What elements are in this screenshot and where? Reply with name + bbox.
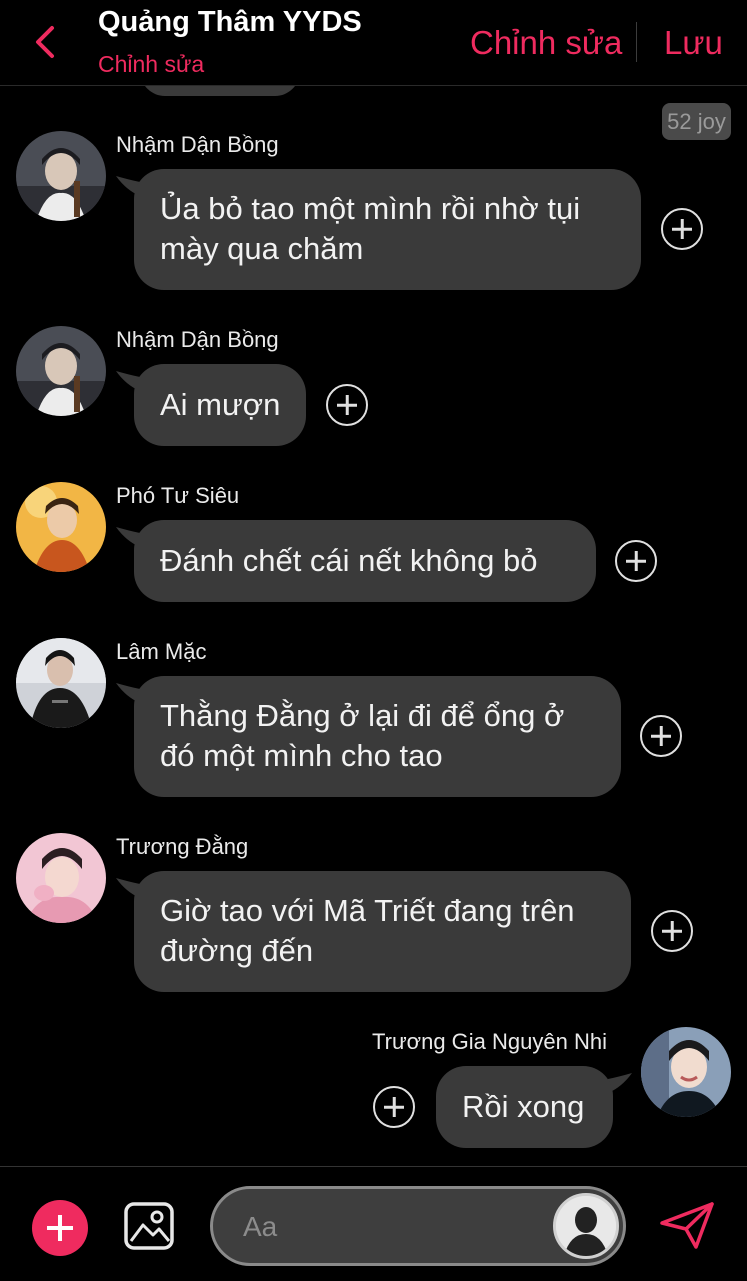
chevron-left-icon[interactable] <box>30 22 62 62</box>
add-reaction-button[interactable] <box>640 715 682 757</box>
message-list[interactable]: 52 joy Nhậm Dận Bồng Ủa bỏ tao một mình … <box>0 86 747 1166</box>
message-text-line: mày qua chăm <box>160 231 364 266</box>
message-bubble[interactable]: Rồi xong <box>436 1066 613 1148</box>
message-bubble[interactable]: Giờ tao với Mã Triết đang trên đường đến <box>134 871 631 992</box>
avatar[interactable] <box>16 638 106 728</box>
previous-message-bubble <box>140 86 300 96</box>
add-reaction-button[interactable] <box>651 910 693 952</box>
message-text-line: Đánh chết cái nết không bỏ <box>160 543 538 578</box>
chat-title: Quảng Thâm YYDS <box>98 6 362 38</box>
image-icon[interactable] <box>123 1201 175 1251</box>
message-text-line: Giờ tao với Mã Triết đang trên <box>160 893 575 928</box>
message-text-line: Thằng Đằng ở lại đi để ổng ở <box>160 698 565 733</box>
message-input-placeholder: Aa <box>243 1211 278 1242</box>
chat-subtitle-edit[interactable]: Chỉnh sửa <box>98 51 204 78</box>
add-reaction-button[interactable] <box>661 208 703 250</box>
chat-header: Quảng Thâm YYDS Chỉnh sửa Chỉnh sửa Lưu <box>0 0 747 86</box>
message-composer: Aa <box>0 1166 747 1281</box>
message-text-line: Ủa bỏ tao một mình rồi nhờ tụi <box>160 191 581 226</box>
sender-name: Trương Gia Nguyên Nhi <box>372 1029 607 1054</box>
message-text-line: Ai mượn <box>160 387 281 422</box>
plus-icon[interactable] <box>32 1200 88 1256</box>
avatar[interactable] <box>16 833 106 923</box>
joy-counter-badge: 52 joy <box>662 103 731 140</box>
avatar[interactable] <box>641 1027 731 1117</box>
message-text-line: đường đến <box>160 933 314 968</box>
message-bubble[interactable]: Đánh chết cái nết không bỏ <box>134 520 596 602</box>
avatar[interactable] <box>16 482 106 572</box>
avatar[interactable] <box>16 131 106 221</box>
save-button[interactable]: Lưu <box>664 24 723 62</box>
sender-name: Nhậm Dận Bồng <box>116 327 279 352</box>
add-reaction-button[interactable] <box>615 540 657 582</box>
message-bubble[interactable]: Ai mượn <box>134 364 306 446</box>
message-input[interactable]: Aa <box>210 1186 626 1266</box>
message-bubble[interactable]: Thằng Đằng ở lại đi để ổng ở đó một mình… <box>134 676 621 797</box>
sender-name: Lâm Mặc <box>116 639 207 664</box>
sender-name: Nhậm Dận Bồng <box>116 132 279 157</box>
avatar[interactable] <box>16 326 106 416</box>
message-bubble[interactable]: Ủa bỏ tao một mình rồi nhờ tụi mày qua c… <box>134 169 641 290</box>
header-divider <box>636 22 637 62</box>
sender-name: Trương Đằng <box>116 834 249 859</box>
send-icon[interactable] <box>658 1201 716 1251</box>
add-reaction-button[interactable] <box>373 1086 415 1128</box>
message-text-line: đó một mình cho tao <box>160 738 443 773</box>
add-reaction-button[interactable] <box>326 384 368 426</box>
sender-name: Phó Tư Siêu <box>116 483 240 508</box>
edit-button[interactable]: Chỉnh sửa <box>470 24 622 62</box>
message-text-line: Rồi xong <box>462 1089 585 1124</box>
user-silhouette-icon[interactable] <box>553 1193 619 1259</box>
